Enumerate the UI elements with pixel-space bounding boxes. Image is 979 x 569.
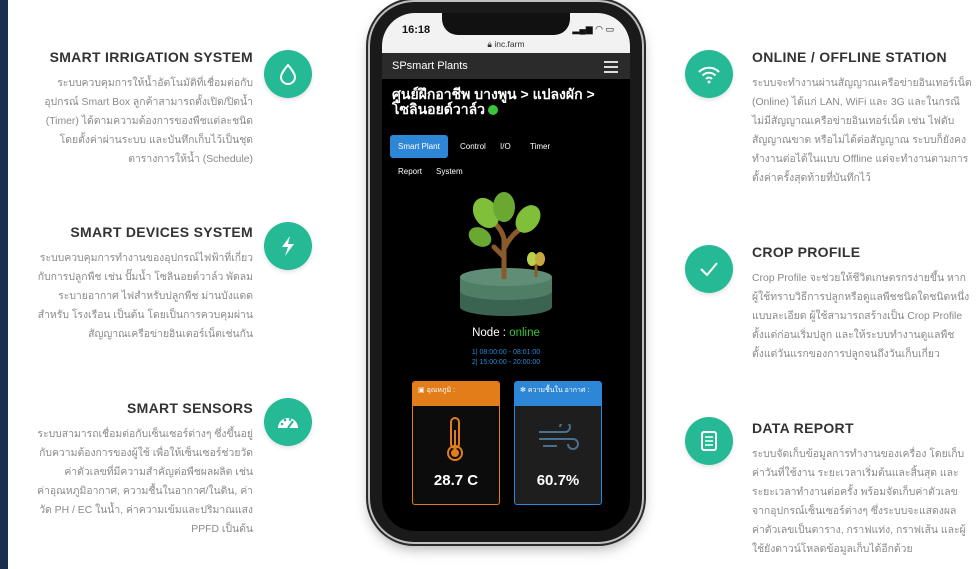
feature-description: ระบบจัดเก็บข้อมูลการทำงานของเครื่อง โดยเ… <box>752 449 966 555</box>
feature-title: SMART SENSORS <box>126 400 253 416</box>
wind-icon <box>537 421 579 457</box>
document-icon <box>685 417 733 465</box>
feature-smart-devices: SMART DEVICES SYSTEM ระบบควบคุมการทำงานข… <box>8 224 253 344</box>
tab-report[interactable]: Report <box>390 160 430 183</box>
wifi-icon <box>685 50 733 98</box>
temperature-label: ▣ อุณหภูมิ : <box>413 382 499 406</box>
signal-wifi-battery-icon: ▂▄▆ ◠ ▭ <box>572 24 614 34</box>
hamburger-menu-icon[interactable] <box>604 61 618 76</box>
tab-io[interactable]: I/O <box>492 135 519 158</box>
url-text: inc.farm <box>494 39 525 49</box>
plant-tree-icon <box>446 191 566 326</box>
tab-system[interactable]: System <box>428 160 471 183</box>
phone-mockup: 16:18 ▂▄▆ ◠ ▭ 🔒︎ inc.farm SPsmart Plants… <box>370 2 642 542</box>
feature-title: CROP PROFILE <box>752 244 861 260</box>
node-status: Node : online <box>382 327 630 339</box>
feature-smart-irrigation: SMART IRRIGATION SYSTEM ระบบควบคุมการให้… <box>8 49 253 169</box>
app-brand[interactable]: SPsmart Plants <box>392 60 468 72</box>
feature-online-offline: ONLINE / OFFLINE STATION ระบบจะทำงานผ่าน… <box>752 49 979 188</box>
breadcrumb-path[interactable]: ศูนย์ฝึกอาชีพ บางพูน > แปลงผัก > <box>392 86 595 102</box>
temperature-card: ▣ อุณหภูมิ : 28.7 C <box>412 381 500 505</box>
humidity-icon: ✻ <box>520 387 526 394</box>
breadcrumb-current: โซลินอยด์วาล์ว <box>392 101 486 117</box>
schedule-item: 1| 08:00:00 - 08:01:00 <box>471 349 541 356</box>
feature-description: Crop Profile จะช่วยให้ชีวิตเกษตรกรง่ายขึ… <box>752 273 970 360</box>
phone-screen: 16:18 ▂▄▆ ◠ ▭ 🔒︎ inc.farm SPsmart Plants… <box>382 13 630 531</box>
feature-data-report: DATA REPORT ระบบจัดเก็บข้อมูลการทำงานของ… <box>752 420 979 559</box>
feature-description: ระบบจะทำงานผ่านสัญญาณเครือข่ายอินเทอร์เน… <box>752 78 972 184</box>
breadcrumb: ศูนย์ฝึกอาชีพ บางพูน > แปลงผัก > โซลินอย… <box>392 87 624 117</box>
tab-control[interactable]: Control <box>452 135 494 158</box>
tab-smart-plant[interactable]: Smart Plant <box>390 135 448 158</box>
lightning-icon <box>264 222 312 270</box>
status-time: 16:18 <box>402 24 431 36</box>
feature-title: SMART IRRIGATION SYSTEM <box>49 49 253 65</box>
water-drop-icon <box>264 50 312 98</box>
feature-crop-profile: CROP PROFILE Crop Profile จะช่วยให้ชีวิต… <box>752 244 979 364</box>
url-bar[interactable]: 🔒︎ inc.farm <box>382 39 630 50</box>
humidity-card: ✻ ความชื้นใน อากาศ : 60.7% <box>514 381 602 505</box>
app-navbar: SPsmart Plants <box>382 53 630 79</box>
humidity-value: 60.7% <box>536 472 580 489</box>
feature-title: DATA REPORT <box>752 420 854 436</box>
feature-smart-sensors: SMART SENSORS ระบบสามารถเชื่อมต่อกับเซ็น… <box>8 400 253 539</box>
feature-description: ระบบควบคุมการให้น้ำอัตโนมัติที่เชื่อมต่อ… <box>44 78 253 165</box>
feature-description: ระบบควบคุมการทำงานของอุปกรณ์ไฟฟ้าที่เกี่… <box>37 253 253 340</box>
checkmark-icon <box>685 245 733 293</box>
thermometer-icon <box>443 416 467 467</box>
node-online-text: online <box>509 327 540 339</box>
feature-description: ระบบสามารถเชื่อมต่อกับเซ็นเซอร์ต่างๆ ซึ่… <box>37 429 253 535</box>
feature-title: ONLINE / OFFLINE STATION <box>752 49 947 65</box>
monitor-icon: ▣ <box>418 387 425 394</box>
node-label: Node : <box>472 327 506 339</box>
temperature-value: 28.7 C <box>433 472 479 489</box>
page: SMART IRRIGATION SYSTEM ระบบควบคุมการให้… <box>8 0 979 569</box>
notch <box>442 13 570 35</box>
schedule-item: 2| 15:00:00 - 20:00:00 <box>471 359 541 366</box>
humidity-label: ✻ ความชื้นใน อากาศ : <box>515 382 601 406</box>
status-dot-icon <box>488 105 499 115</box>
gauge-icon <box>264 398 312 446</box>
lock-icon: 🔒︎ <box>487 39 492 49</box>
feature-title: SMART DEVICES SYSTEM <box>70 224 253 240</box>
tab-timer[interactable]: Timer <box>522 135 558 158</box>
status-bar: 16:18 ▂▄▆ ◠ ▭ 🔒︎ inc.farm <box>382 13 630 53</box>
